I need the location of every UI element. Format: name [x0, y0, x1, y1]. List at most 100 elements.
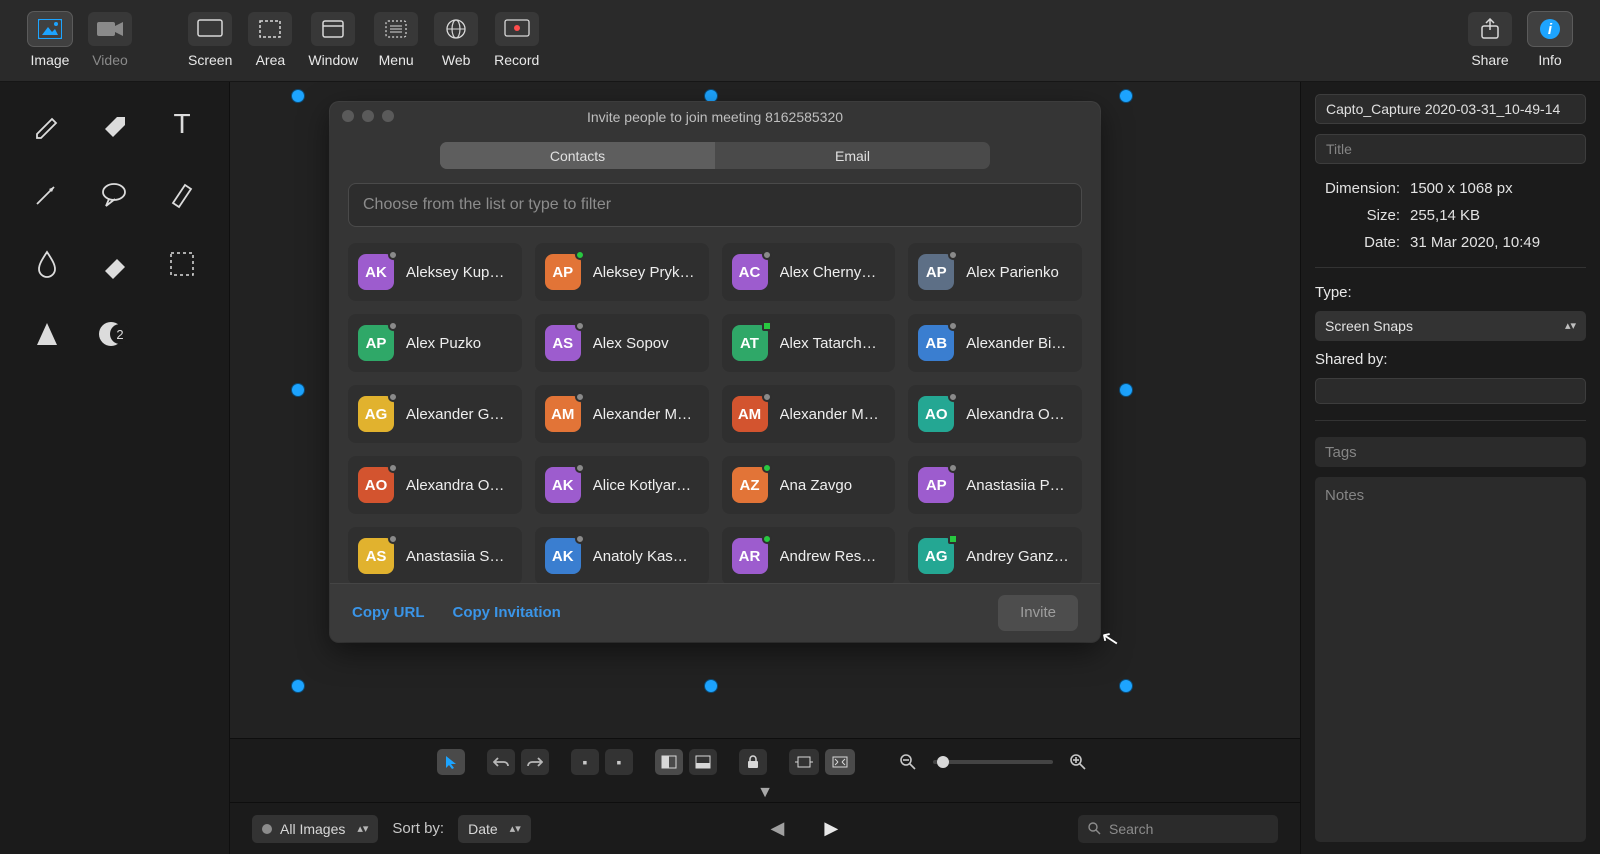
type-dropdown[interactable]: Screen Snaps▴▾ — [1315, 311, 1586, 341]
contact-item[interactable]: ASAlex Sopov — [535, 314, 709, 372]
selection-handle[interactable] — [705, 90, 717, 102]
share-button[interactable]: Share — [1460, 12, 1520, 68]
modal-titlebar: Invite people to join meeting 8162585320 — [330, 102, 1100, 132]
redo-button[interactable] — [521, 749, 549, 775]
filter-dropdown[interactable]: All Images▴▾ — [252, 815, 378, 843]
presence-indicator — [762, 392, 772, 402]
tool-callout[interactable] — [86, 170, 144, 218]
contact-name: Anastasiia P… — [966, 477, 1072, 494]
contact-name: Alice Kotlyar… — [593, 477, 699, 494]
capture-area[interactable]: Area — [240, 12, 300, 68]
search-icon — [1088, 822, 1101, 835]
tab-contacts[interactable]: Contacts — [440, 142, 715, 170]
contact-item[interactable]: AGAndrey Ganz… — [908, 527, 1082, 582]
tool-pointer[interactable] — [437, 749, 465, 775]
presence-indicator — [388, 392, 398, 402]
fit-width[interactable] — [789, 749, 819, 775]
contact-item[interactable]: AKAlice Kotlyar… — [535, 456, 709, 514]
tool-text[interactable]: T — [153, 100, 211, 148]
capture-menu[interactable]: Menu — [366, 12, 426, 68]
tool-arrow[interactable] — [18, 170, 76, 218]
tags-field[interactable]: Tags — [1315, 437, 1586, 467]
contact-search-input[interactable] — [348, 183, 1082, 227]
canvas-toolbar: ▪ ▪ — [230, 738, 1300, 784]
capture-window[interactable]: Window — [300, 12, 366, 68]
zoom-slider[interactable] — [933, 760, 1053, 764]
contact-item[interactable]: AMAlexander M… — [535, 385, 709, 443]
info-button[interactable]: i Info — [1520, 12, 1580, 68]
tool-pencil[interactable] — [18, 100, 76, 148]
gallery-disclosure[interactable]: ▼ — [230, 784, 1300, 802]
title-field[interactable]: Title — [1315, 134, 1586, 164]
contact-item[interactable]: AZAna Zavgo — [722, 456, 896, 514]
copy-invitation-link[interactable]: Copy Invitation — [453, 604, 561, 621]
filename-field[interactable]: Capto_Capture 2020-03-31_10-49-14 — [1315, 94, 1586, 124]
mode-image[interactable]: Image — [20, 12, 80, 68]
prev-button[interactable]: ◀ — [771, 818, 785, 839]
contact-item[interactable]: ATAlex Tatarch… — [722, 314, 896, 372]
date-label: Date: — [1315, 234, 1400, 251]
selection-handle[interactable] — [1120, 384, 1132, 396]
contact-name: Aleksey Kup… — [406, 264, 512, 281]
contact-item[interactable]: ACAlex Cherny… — [722, 243, 896, 301]
contact-item[interactable]: AGAlexander G… — [348, 385, 522, 443]
capture-screen[interactable]: Screen — [180, 12, 240, 68]
mode-video[interactable]: Video — [80, 12, 140, 68]
capture-web[interactable]: Web — [426, 12, 486, 68]
tab-email[interactable]: Email — [715, 142, 990, 170]
selection-handle[interactable] — [292, 90, 304, 102]
contact-item[interactable]: APAnastasiia P… — [908, 456, 1082, 514]
notes-field[interactable]: Notes — [1315, 477, 1586, 842]
shared-by-field[interactable] — [1315, 378, 1586, 404]
contact-item[interactable]: APAlex Puzko — [348, 314, 522, 372]
contact-item[interactable]: APAleksey Pryk… — [535, 243, 709, 301]
contact-item[interactable]: AKAleksey Kup… — [348, 243, 522, 301]
zoom-out[interactable] — [893, 749, 923, 775]
window-traffic-lights[interactable] — [342, 110, 394, 122]
tool-highlighter[interactable] — [153, 170, 211, 218]
view-split[interactable] — [655, 749, 683, 775]
selection-handle[interactable] — [1120, 90, 1132, 102]
gallery-search[interactable]: Search — [1078, 815, 1278, 843]
tool-rectangle[interactable] — [86, 100, 144, 148]
contact-item[interactable]: ARAndrew Res… — [722, 527, 896, 582]
zoom-in[interactable] — [1063, 749, 1093, 775]
tool-blur[interactable] — [18, 240, 76, 288]
contact-item[interactable]: ASAnastasiia S… — [348, 527, 522, 582]
contact-name: Aleksey Pryk… — [593, 264, 699, 281]
selection-handle[interactable] — [1120, 680, 1132, 692]
presence-indicator — [948, 321, 958, 331]
align-left[interactable]: ▪ — [571, 749, 599, 775]
contact-item[interactable]: AMAlexander M… — [722, 385, 896, 443]
contact-item[interactable]: AOAlexandra O… — [908, 385, 1082, 443]
contact-name: Alexander Bi… — [966, 335, 1072, 352]
tool-spotlight[interactable] — [18, 310, 76, 358]
undo-button[interactable] — [487, 749, 515, 775]
contact-item[interactable]: APAlex Parienko — [908, 243, 1082, 301]
contact-item[interactable]: AKAnatoly Kas… — [535, 527, 709, 582]
align-right[interactable]: ▪ — [605, 749, 633, 775]
capture-record[interactable]: Record — [486, 12, 547, 68]
fit-screen[interactable] — [825, 749, 855, 775]
copy-url-link[interactable]: Copy URL — [352, 604, 425, 621]
selection-handle[interactable] — [705, 680, 717, 692]
avatar: AS — [358, 538, 394, 574]
avatar: AM — [732, 396, 768, 432]
svg-text:2: 2 — [117, 327, 124, 342]
invite-button[interactable]: Invite — [998, 595, 1078, 631]
tool-step[interactable]: 2 — [86, 310, 144, 358]
contact-item[interactable]: AOAlexandra O… — [348, 456, 522, 514]
tool-eraser[interactable] — [86, 240, 144, 288]
tool-marquee[interactable] — [153, 240, 211, 288]
selection-handle[interactable] — [292, 384, 304, 396]
date-value: 31 Mar 2020, 10:49 — [1410, 234, 1586, 251]
canvas[interactable]: Invite people to join meeting 8162585320… — [230, 82, 1300, 738]
contact-item[interactable]: ABAlexander Bi… — [908, 314, 1082, 372]
selection-handle[interactable] — [292, 680, 304, 692]
avatar: AP — [918, 254, 954, 290]
lock-button[interactable] — [739, 749, 767, 775]
view-bottom[interactable] — [689, 749, 717, 775]
presence-indicator — [575, 392, 585, 402]
sort-dropdown[interactable]: Date▴▾ — [458, 815, 531, 843]
next-button[interactable]: ▶ — [824, 818, 838, 839]
